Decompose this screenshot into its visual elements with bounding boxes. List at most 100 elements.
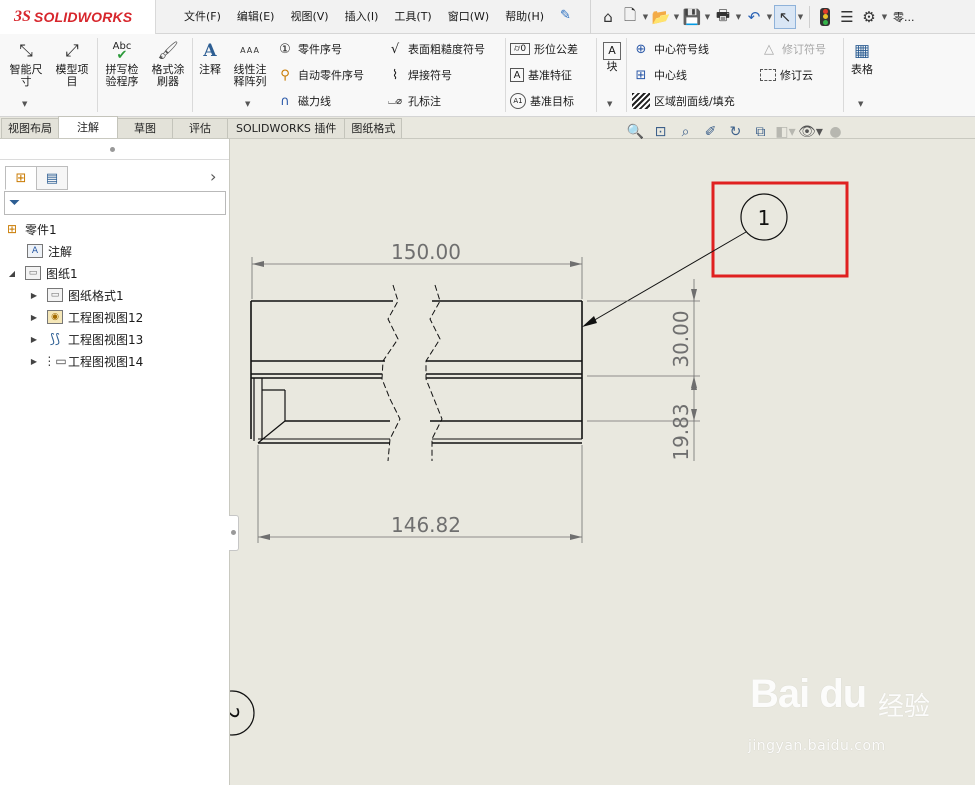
auto-balloon-icon: ⚲ xyxy=(280,67,290,83)
select-pointer-icon[interactable]: ↖ xyxy=(774,5,796,29)
balloon-leader-line xyxy=(585,231,747,326)
model-items-button[interactable]: ⤢ 模型项 目 xyxy=(52,39,92,88)
filter-funnel-icon: ⏷ xyxy=(9,195,21,211)
watermark-url: jingyan.baidu.com xyxy=(748,738,886,754)
undo-icon[interactable]: ↶ xyxy=(743,5,765,29)
property-manager-tab-icon[interactable]: ▤ xyxy=(36,166,68,190)
menu-insert[interactable]: 插入(I) xyxy=(337,0,387,34)
menu-tools[interactable]: 工具(T) xyxy=(386,0,439,34)
table-dropdown-icon[interactable]: ▼ xyxy=(858,100,863,108)
spell-checker-label: 拼写检 验程序 xyxy=(105,63,139,88)
tab-view-layout[interactable]: 视图布局 xyxy=(1,118,59,138)
select-dropdown-icon[interactable]: ▼ xyxy=(796,5,805,29)
expand-arrow-icon[interactable]: ▶ xyxy=(28,357,40,366)
search-more-text[interactable]: 零... xyxy=(889,9,915,25)
revision-symbol-button[interactable]: △ 修订符号 xyxy=(760,39,826,59)
area-hatch-icon xyxy=(632,93,650,109)
linear-note-pattern-button[interactable]: AAA 线性注 释阵列 xyxy=(229,39,271,88)
menu-edit[interactable]: 编辑(E) xyxy=(229,0,283,34)
print-dropdown-icon[interactable]: ▼ xyxy=(734,5,743,29)
save-dropdown-icon[interactable]: ▼ xyxy=(703,5,712,29)
expand-arrow-icon[interactable]: ▶ xyxy=(28,291,40,300)
geometric-tolerance-button[interactable]: ⌭0 形位公差 xyxy=(510,39,578,59)
open-file-icon[interactable]: 📂 xyxy=(650,5,672,29)
centerline-label: 中心线 xyxy=(654,69,687,82)
main-menu: 文件(F) 编辑(E) 视图(V) 插入(I) 工具(T) 窗口(W) 帮助(H… xyxy=(176,0,552,34)
options-dropdown-icon[interactable]: ▼ xyxy=(880,5,889,29)
tab-solidworks-addins[interactable]: SOLIDWORKS 插件 xyxy=(227,118,346,138)
auto-balloon-button[interactable]: ⚲ 自动零件序号 xyxy=(276,65,364,85)
print-icon[interactable]: 🖶 xyxy=(712,5,734,29)
area-hatch-button[interactable]: 区域剖面线/填充 xyxy=(632,91,735,111)
magnetic-line-button[interactable]: ∩ 磁力线 xyxy=(276,91,331,111)
tree-item-sheet-format[interactable]: ▶ ▭ 图纸格式1 xyxy=(0,284,229,306)
home-icon[interactable]: ⌂ xyxy=(597,5,619,29)
dimension-text-top: 150.00 xyxy=(391,240,461,264)
tree-item-label: 工程图视图14 xyxy=(68,354,144,369)
undo-dropdown-icon[interactable]: ▼ xyxy=(765,5,774,29)
collapse-arrow-icon[interactable]: ◢ xyxy=(6,269,18,278)
solidworks-logo[interactable]: 3S SOLIDWORKS xyxy=(0,0,156,34)
tree-item-sheet[interactable]: ◢ ▭ 图纸1 xyxy=(0,262,229,284)
datum-feature-button[interactable]: A 基准特征 xyxy=(510,65,572,85)
block-dropdown-icon[interactable]: ▼ xyxy=(607,100,612,108)
new-dropdown-icon[interactable]: ▼ xyxy=(641,5,650,29)
geometric-tolerance-label: 形位公差 xyxy=(534,43,578,56)
rebuild-traffic-light-icon[interactable] xyxy=(814,5,836,29)
save-icon[interactable]: 💾 xyxy=(681,5,703,29)
tree-item-drawing-view-14[interactable]: ▶ ⋮▭ 工程图视图14 xyxy=(0,350,229,372)
feature-tree-filter-input[interactable]: ⏷ xyxy=(4,191,226,215)
expand-arrow-icon[interactable]: ▶ xyxy=(28,335,40,344)
options-gear-icon[interactable]: ⚙ xyxy=(858,5,880,29)
tree-item-annotations[interactable]: A 注解 xyxy=(0,240,229,262)
revision-symbol-label: 修订符号 xyxy=(782,43,826,56)
center-mark-button[interactable]: ⊕ 中心符号线 xyxy=(632,39,709,59)
sheet-icon: ▭ xyxy=(24,265,42,281)
tab-evaluate[interactable]: 评估 xyxy=(172,118,228,138)
format-painter-button[interactable]: 🖌 格式涂 刷器 xyxy=(146,39,190,88)
weld-symbol-button[interactable]: ⌇ 焊接符号 xyxy=(386,65,452,85)
smart-dimension-dropdown-icon[interactable]: ▼ xyxy=(22,100,27,108)
weld-symbol-icon: ⌇ xyxy=(391,67,399,83)
open-dropdown-icon[interactable]: ▼ xyxy=(672,5,681,29)
tree-item-drawing-view-13[interactable]: ▶ ⟆⟆ 工程图视图13 xyxy=(0,328,229,350)
smart-dimension-label: 智能尺 寸 xyxy=(9,63,43,88)
datum-target-label: 基准目标 xyxy=(530,95,574,108)
smart-dimension-button[interactable]: ⤡ 智能尺 寸 xyxy=(6,39,46,88)
panel-grip[interactable] xyxy=(110,147,115,152)
tree-item-label: 工程图视图13 xyxy=(68,332,144,347)
file-properties-icon[interactable]: ☰ xyxy=(836,5,858,29)
tree-item-label: 图纸1 xyxy=(46,266,78,281)
tree-item-root-part[interactable]: ⊞ 零件1 xyxy=(0,218,229,240)
datum-target-button[interactable]: A1 基准目标 xyxy=(510,91,574,111)
tab-sketch[interactable]: 草图 xyxy=(117,118,173,138)
balloon-button[interactable]: ① 零件序号 xyxy=(276,39,342,59)
surface-finish-button[interactable]: √ 表面粗糙度符号 xyxy=(386,39,485,59)
menu-help[interactable]: 帮助(H) xyxy=(497,0,552,34)
tab-annotation[interactable]: 注解 xyxy=(58,116,118,138)
hole-callout-button[interactable]: ⌴⌀ 孔标注 xyxy=(386,91,441,111)
tab-sheet-format[interactable]: 图纸格式 xyxy=(344,118,403,138)
menu-file[interactable]: 文件(F) xyxy=(176,0,229,34)
surface-finish-icon: √ xyxy=(390,41,400,57)
new-file-icon[interactable]: 🗋 xyxy=(619,5,641,29)
linear-note-pattern-label: 线性注 释阵列 xyxy=(233,63,267,88)
panel-expand-arrow-icon[interactable]: › xyxy=(210,167,216,186)
magnetic-line-label: 磁力线 xyxy=(298,95,331,108)
revision-cloud-button[interactable]: 修订云 xyxy=(760,65,813,85)
feature-tree-tab-icon[interactable]: ⊞ xyxy=(5,166,37,190)
table-button[interactable]: ▦ 表格 xyxy=(848,39,876,76)
note-button[interactable]: A 注释 xyxy=(195,39,225,76)
annotations-icon: A xyxy=(26,243,44,259)
note-pattern-dropdown-icon[interactable]: ▼ xyxy=(245,100,250,108)
menu-view[interactable]: 视图(V) xyxy=(282,0,336,34)
drawing-view-icon: ◉ xyxy=(46,309,64,325)
tree-item-drawing-view-12[interactable]: ▶ ◉ 工程图视图12 xyxy=(0,306,229,328)
expand-arrow-icon[interactable]: ▶ xyxy=(28,313,40,322)
menu-window[interactable]: 窗口(W) xyxy=(440,0,497,34)
pin-menu-icon[interactable]: ✎ xyxy=(560,8,574,24)
centerline-button[interactable]: ⊞ 中心线 xyxy=(632,65,687,85)
spell-checker-button[interactable]: Abc ✔ 拼写检 验程序 xyxy=(100,39,144,88)
block-button[interactable]: A 块 xyxy=(600,39,624,73)
center-mark-label: 中心符号线 xyxy=(654,43,709,56)
